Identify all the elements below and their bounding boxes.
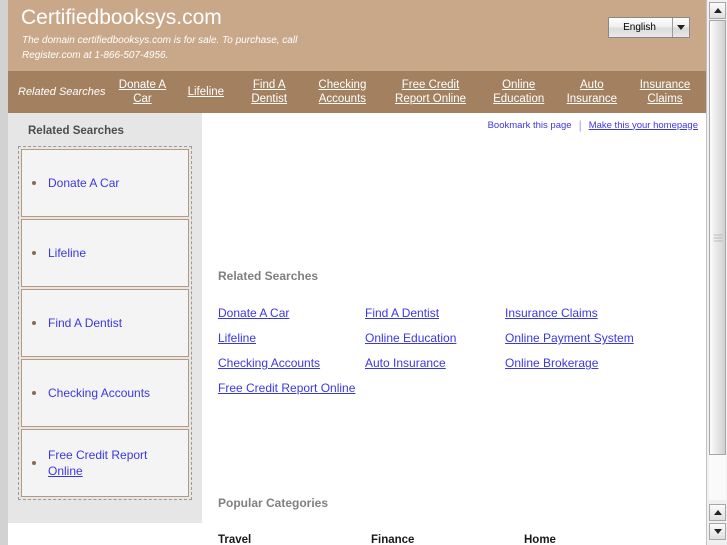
category-heading-home: Home (524, 534, 556, 545)
left-gutter (0, 0, 8, 545)
make-homepage-link[interactable]: Make this your homepage (589, 120, 698, 131)
sidebar-bottom-strip (8, 523, 202, 545)
list-item: Donate A Car (218, 304, 365, 329)
bullet-icon (32, 251, 36, 255)
nav-link-checking-accounts[interactable]: Checking Accounts (311, 78, 373, 106)
popular-categories-grid: Travel Finance Home Airline Tickets Free… (218, 532, 698, 545)
page-title: Certifiedbooksys.com (21, 6, 222, 29)
related-link-donate-a-car[interactable]: Donate A Car (218, 306, 289, 320)
bullet-icon (32, 461, 36, 465)
chevron-down-icon[interactable] (672, 18, 689, 37)
bullet-icon (32, 321, 36, 325)
page-root: Certifiedbooksys.com The domain certifie… (0, 0, 727, 545)
sidebar-item-label[interactable]: Checking Accounts (48, 385, 150, 401)
main-content: Bookmark this page | Make this your home… (202, 113, 706, 545)
related-link-lifeline[interactable]: Lifeline (218, 331, 256, 345)
related-searches-navbar: Related Searches Donate A Car Lifeline F… (8, 71, 706, 113)
related-link-online-payment-system[interactable]: Online Payment System (505, 331, 634, 345)
sidebar-items-box: Donate A Car Lifeline Find A Dentist Che… (18, 146, 192, 500)
list-item: Online Education (365, 329, 505, 354)
bookmark-separator: | (578, 118, 582, 132)
list-item: Free Credit Report Online (218, 379, 365, 425)
related-searches-grid: Donate A Car Find A Dentist Insurance Cl… (218, 304, 688, 425)
language-select[interactable]: English (608, 17, 690, 38)
sidebar-heading: Related Searches (28, 125, 124, 137)
for-sale-notice: The domain certifiedbooksys.com is for s… (22, 35, 298, 61)
nav-link-free-credit-report-online[interactable]: Free Credit Report Online (385, 78, 477, 106)
nav-link-find-a-dentist[interactable]: Find A Dentist (238, 78, 300, 106)
list-item: Auto Insurance (365, 354, 505, 379)
related-link-find-a-dentist[interactable]: Find A Dentist (365, 306, 439, 320)
bookmark-row: Bookmark this page | Make this your home… (488, 118, 698, 132)
list-item: Lifeline (218, 329, 365, 354)
scrollbar-grip-icon (713, 232, 722, 243)
related-link-insurance-claims[interactable]: Insurance Claims (505, 306, 598, 320)
arrow-up-icon (713, 510, 722, 515)
related-searches-title: Related Searches (218, 269, 319, 283)
language-select-value: English (623, 22, 656, 33)
sidebar-item-free-credit-report-online[interactable]: Free Credit Report Online (21, 429, 189, 497)
related-link-checking-accounts[interactable]: Checking Accounts (218, 356, 320, 370)
popular-categories-title: Popular Categories (218, 496, 329, 510)
navbar-label: Related Searches (18, 86, 106, 98)
bullet-icon (32, 391, 36, 395)
nav-link-auto-insurance[interactable]: Auto Insurance (561, 78, 623, 106)
sidebar-item-lifeline[interactable]: Lifeline (21, 219, 189, 287)
sidebar-item-label-text: Free Credit Report (48, 448, 148, 462)
list-item-empty (365, 379, 505, 425)
arrow-up-icon (713, 8, 722, 13)
sidebar-item-donate-a-car[interactable]: Donate A Car (21, 149, 189, 217)
category-heading-finance: Finance (371, 534, 415, 545)
list-item: Insurance Claims (505, 304, 688, 329)
sidebar-item-label[interactable]: Find A Dentist (48, 315, 122, 331)
list-item-empty (505, 379, 688, 425)
list-item: Find A Dentist (365, 304, 505, 329)
scroll-up-button[interactable] (709, 2, 726, 19)
nav-link-donate-a-car[interactable]: Donate A Car (111, 78, 173, 106)
sidebar-item-label[interactable]: Free Credit Report Online (48, 447, 182, 479)
list-item: Checking Accounts (218, 354, 365, 379)
list-item: Online Payment System (505, 329, 688, 354)
nav-link-insurance-claims[interactable]: Insurance Claims (634, 78, 696, 106)
scroll-up-button-bottom[interactable] (709, 504, 726, 521)
bullet-icon (32, 181, 36, 185)
scrollbar-thumb[interactable] (709, 20, 726, 455)
related-link-online-brokerage[interactable]: Online Brokerage (505, 356, 598, 370)
sidebar-item-label[interactable]: Lifeline (48, 245, 86, 261)
bookmark-this-page-link[interactable]: Bookmark this page (488, 120, 572, 131)
sidebar-item-label[interactable]: Donate A Car (48, 175, 119, 191)
sidebar: Related Searches Donate A Car Lifeline F… (8, 113, 202, 523)
sidebar-item-checking-accounts[interactable]: Checking Accounts (21, 359, 189, 427)
navbar-links: Donate A Car Lifeline Find A Dentist Che… (111, 78, 696, 106)
nav-link-lifeline[interactable]: Lifeline (185, 85, 227, 99)
related-link-free-credit-report-online[interactable]: Free Credit Report Online (218, 381, 355, 395)
site-header: Certifiedbooksys.com The domain certifie… (8, 0, 706, 71)
sidebar-item-label-tail: Online (48, 464, 83, 478)
vertical-scrollbar[interactable] (706, 0, 727, 545)
nav-link-online-education[interactable]: Online Education (488, 78, 550, 106)
scroll-down-button[interactable] (709, 523, 726, 540)
related-link-online-education[interactable]: Online Education (365, 331, 456, 345)
sidebar-item-find-a-dentist[interactable]: Find A Dentist (21, 289, 189, 357)
category-heading-travel: Travel (218, 534, 252, 545)
related-link-auto-insurance[interactable]: Auto Insurance (365, 356, 446, 370)
arrow-down-icon (713, 529, 722, 534)
list-item: Online Brokerage (505, 354, 688, 379)
